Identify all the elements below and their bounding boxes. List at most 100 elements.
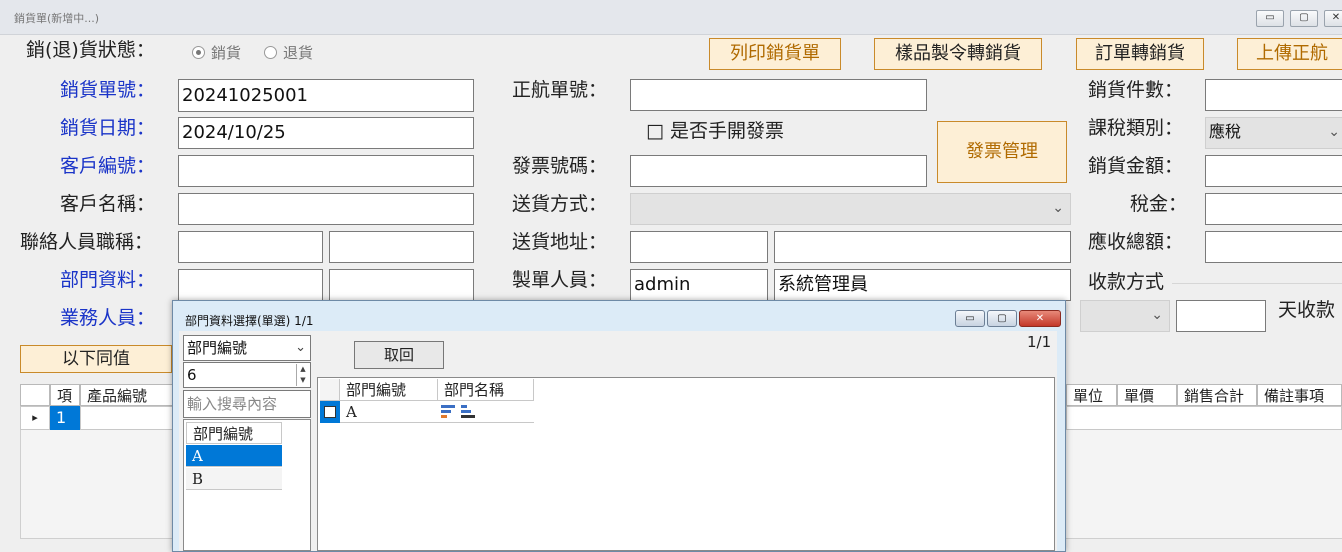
invoice-no-label: 發票號碼： <box>512 155 608 177</box>
payment-days-field[interactable] <box>1176 300 1266 332</box>
result-row-checkbox[interactable] <box>320 401 340 423</box>
dialog-count-value: 6 <box>187 366 197 384</box>
creator-id-field[interactable]: admin <box>630 269 768 301</box>
days-suffix-label: 天收款 <box>1278 299 1336 321</box>
dialog-count-stepper[interactable]: 6 ▲ ▼ <box>183 362 311 388</box>
zhenghang-no-label: 正航單號： <box>512 79 608 101</box>
payment-method-select[interactable]: ⌄ <box>1080 300 1170 332</box>
upload-zhenghang-button[interactable]: 上傳正航 <box>1237 38 1342 70</box>
dialog-search-field-value: 部門編號 <box>187 339 248 357</box>
dialog-maximize-button[interactable]: ▢ <box>987 310 1017 327</box>
creator-name-field[interactable]: 系統管理員 <box>774 269 1071 301</box>
delivery-method-select[interactable]: ⌄ <box>630 193 1071 225</box>
sales-no-field[interactable]: 20241025001 <box>178 79 474 112</box>
grid-corner <box>20 384 50 406</box>
grid-header-unit: 單位 <box>1066 384 1117 406</box>
zhenghang-no-field[interactable] <box>630 79 927 111</box>
qty-label: 銷貨件數： <box>1088 79 1184 101</box>
sales-date-field[interactable]: 2024/10/25 <box>178 117 474 149</box>
invoice-no-field[interactable] <box>630 155 927 187</box>
delivery-method-label: 送貨方式： <box>512 193 608 215</box>
dialog-close-button[interactable]: ✕ <box>1019 310 1061 327</box>
checkbox-icon <box>324 406 336 418</box>
dialog-title: 部門資料選擇(單選) 1/1 <box>185 314 314 328</box>
print-sales-button[interactable]: 列印銷貨單 <box>709 38 841 70</box>
code-list-item[interactable]: B <box>186 468 282 490</box>
customer-name-label: 客戶名稱： <box>60 193 156 215</box>
grid-cell-item[interactable]: 1 <box>50 406 80 430</box>
tax-type-label: 課稅類別： <box>1088 117 1184 139</box>
total-field[interactable] <box>1205 231 1342 263</box>
payment-label: 收款方式 <box>1088 271 1165 293</box>
grid-header-item: 項 <box>50 384 80 406</box>
order-to-sales-button[interactable]: 訂單轉銷貨 <box>1076 38 1204 70</box>
maximize-button[interactable]: ▢ <box>1290 10 1318 27</box>
radio-return-label: 退貨 <box>283 44 314 62</box>
sample-to-sales-button[interactable]: 樣品製令轉銷貨 <box>874 38 1042 70</box>
result-corner <box>320 379 340 401</box>
qty-field[interactable] <box>1205 79 1342 111</box>
customer-name-field[interactable] <box>178 193 474 225</box>
sales-date-label: 銷貨日期： <box>60 117 156 139</box>
contact-title-label: 聯絡人員職稱： <box>20 231 154 253</box>
fetch-button[interactable]: 取回 <box>354 341 444 369</box>
dept-field-2[interactable] <box>329 269 474 301</box>
dialog-code-list: 部門編號 A B <box>183 419 311 551</box>
dialog-search-field-select[interactable]: 部門編號 ⌄ <box>183 335 311 361</box>
chevron-down-icon: ⌄ <box>295 340 306 355</box>
contact-title-field-1[interactable] <box>178 231 323 263</box>
dialog-body: 部門編號 ⌄ 6 ▲ ▼ 輸入搜尋內容 部門編號 A B 取回 1/1 部門編號 … <box>179 331 1057 551</box>
grid-header-product-no: 產品編號 <box>80 384 180 406</box>
result-cell-code[interactable]: A <box>340 401 438 423</box>
tax-type-select[interactable]: 應稅 ⌄ <box>1205 117 1342 149</box>
close-button[interactable]: ✕ <box>1324 10 1342 27</box>
contact-title-field-2[interactable] <box>329 231 474 263</box>
tax-field[interactable] <box>1205 193 1342 225</box>
salesman-label: 業務人員： <box>60 307 156 329</box>
grid-cell-product-no[interactable] <box>80 406 180 430</box>
amount-field[interactable] <box>1205 155 1342 187</box>
tax-label: 稅金： <box>1130 193 1188 215</box>
sort-desc-icon[interactable] <box>460 404 476 420</box>
radio-return[interactable]: 退貨 <box>264 42 313 63</box>
delivery-address-label: 送貨地址： <box>512 231 608 253</box>
stepper-arrows-icon[interactable]: ▲ ▼ <box>296 364 309 386</box>
sort-asc-icon[interactable] <box>440 404 456 420</box>
customer-no-field[interactable] <box>178 155 474 187</box>
amount-label: 銷貨金額： <box>1088 155 1184 177</box>
radio-sales-label: 銷貨 <box>211 44 242 62</box>
window-title: 銷貨單(新增中...) <box>14 12 100 25</box>
delivery-address-field-2[interactable] <box>774 231 1071 263</box>
tax-type-value: 應稅 <box>1209 122 1242 141</box>
dept-field-1[interactable] <box>178 269 323 301</box>
minimize-button[interactable]: ▭ <box>1256 10 1284 27</box>
radio-sales[interactable]: 銷貨 <box>192 42 241 63</box>
payment-divider <box>1172 283 1342 284</box>
result-table: 部門編號 部門名稱 A <box>317 377 1055 551</box>
dept-select-dialog: 部門資料選擇(單選) 1/1 ▭ ▢ ✕ 部門編號 ⌄ 6 ▲ ▼ 輸入搜尋內容 … <box>172 300 1066 552</box>
manual-invoice-label: 是否手開發票 <box>670 120 785 142</box>
customer-no-label: 客戶編號： <box>60 155 156 177</box>
sales-no-label: 銷貨單號： <box>60 79 156 101</box>
dialog-search-input[interactable]: 輸入搜尋內容 <box>183 390 311 418</box>
creator-label: 製單人員： <box>512 269 608 291</box>
grid-header-remarks: 備註事項 <box>1257 384 1342 406</box>
title-bar <box>0 0 1342 35</box>
same-below-button[interactable]: 以下同值 <box>20 345 172 373</box>
row-pointer-icon[interactable]: ▸ <box>20 406 50 430</box>
status-label: 銷(退)貨狀態： <box>26 39 155 61</box>
invoice-management-button[interactable]: 發票管理 <box>937 121 1067 183</box>
chevron-down-icon: ⌄ <box>1151 307 1163 323</box>
code-list-header: 部門編號 <box>186 422 282 444</box>
dialog-minimize-button[interactable]: ▭ <box>955 310 985 327</box>
grid-cells-right[interactable] <box>1066 406 1342 430</box>
delivery-address-field-1[interactable] <box>630 231 768 263</box>
result-header-code: 部門編號 <box>340 379 438 401</box>
result-cell-name[interactable] <box>438 401 534 423</box>
checkbox-icon: □ <box>646 120 664 142</box>
total-label: 應收總額： <box>1088 231 1184 253</box>
grid-header-total: 銷售合計 <box>1177 384 1257 406</box>
code-list-item-selected[interactable]: A <box>186 445 282 467</box>
manual-invoice-checkbox[interactable]: □ 是否手開發票 <box>646 119 784 143</box>
chevron-down-icon: ⌄ <box>1052 200 1064 216</box>
